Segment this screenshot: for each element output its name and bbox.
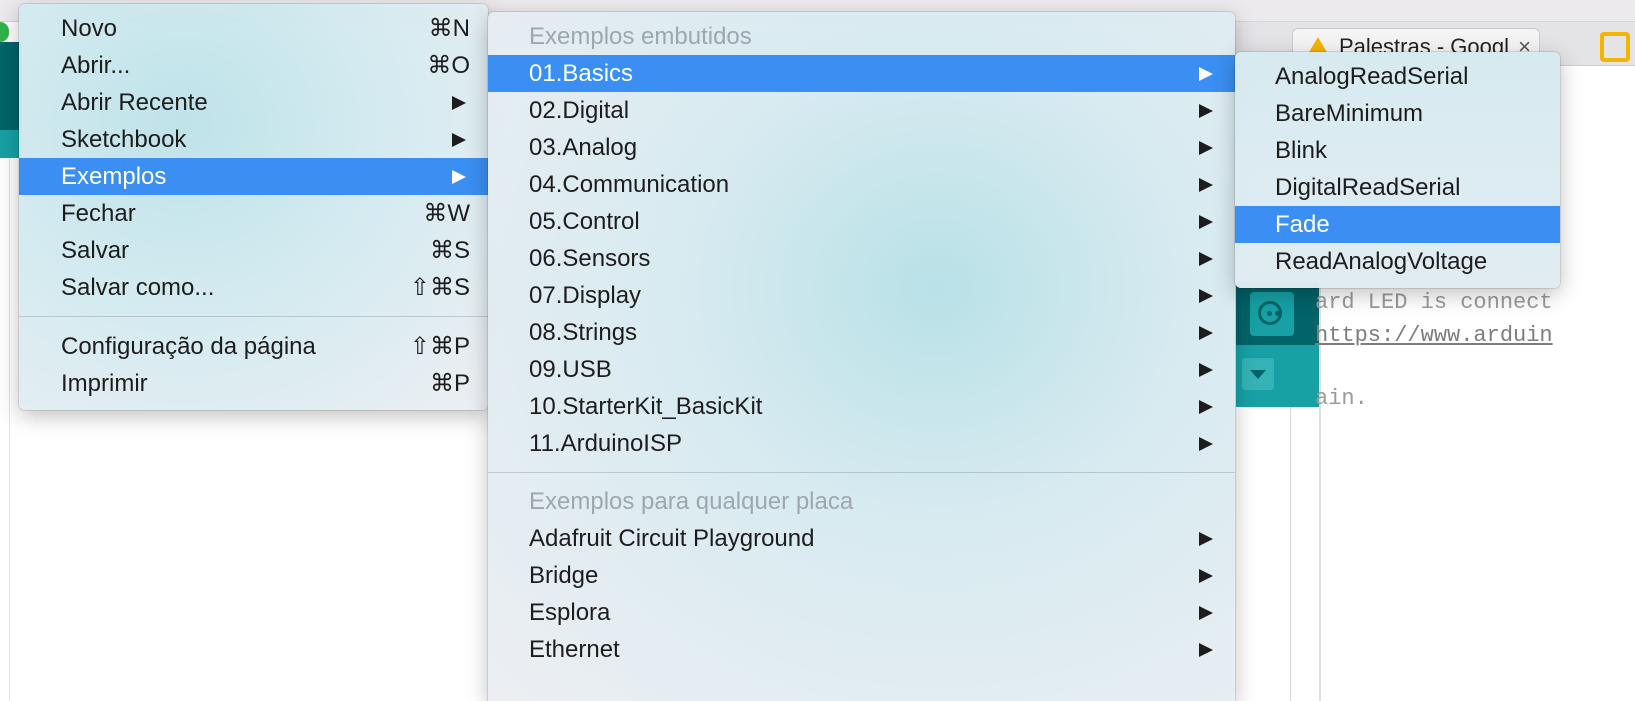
menu-item-label: Abrir...: [61, 52, 131, 79]
menu-item-ethernet[interactable]: Ethernet: [488, 631, 1235, 668]
menu-item-shortcut: ⌘N: [428, 15, 470, 42]
menu-item-fechar[interactable]: Fechar ⌘W: [19, 195, 488, 232]
tab-dropdown-icon[interactable]: [1242, 358, 1274, 390]
submenu-arrow-icon: [452, 170, 466, 184]
code-line: ain.: [1315, 386, 1368, 411]
menu-item-sensors[interactable]: 06.Sensors: [488, 240, 1235, 277]
menu-item-adafruit-circuit-playground[interactable]: Adafruit Circuit Playground: [488, 520, 1235, 557]
browser-tab-slides-icon[interactable]: [1600, 32, 1630, 62]
submenu-arrow-icon: [1199, 252, 1213, 266]
examples-submenu: Exemplos embutidos 01.Basics 02.Digital …: [488, 12, 1235, 701]
file-menu: Novo ⌘N Abrir... ⌘O Abrir Recente Sketch…: [19, 4, 488, 410]
menu-item-abrir-recente[interactable]: Abrir Recente: [19, 84, 488, 121]
menu-item-novo[interactable]: Novo ⌘N: [19, 10, 488, 47]
window-maximize-dot[interactable]: [0, 22, 9, 42]
menu-item-bridge[interactable]: Bridge: [488, 557, 1235, 594]
submenu-arrow-icon: [1199, 569, 1213, 583]
menu-item-label: Bridge: [529, 562, 599, 589]
serial-monitor-button[interactable]: [1250, 292, 1294, 336]
menu-item-salvar[interactable]: Salvar ⌘S: [19, 232, 488, 269]
submenu-arrow-icon: [452, 133, 466, 147]
menu-item-shortcut: ⇧⌘S: [409, 274, 470, 301]
serial-monitor-icon: [1258, 301, 1282, 325]
menu-item-shortcut: ⌘S: [429, 237, 470, 264]
menu-item-analogreadserial[interactable]: AnalogReadSerial: [1235, 58, 1560, 95]
basics-submenu: AnalogReadSerial BareMinimum Blink Digit…: [1235, 52, 1560, 288]
menu-item-label: 08.Strings: [529, 319, 638, 346]
menu-item-digitalreadserial[interactable]: DigitalReadSerial: [1235, 169, 1560, 206]
menu-item-label: 11.ArduinoISP: [529, 430, 682, 457]
menu-item-label: 02.Digital: [529, 97, 630, 124]
menu-item-label: Imprimir: [61, 370, 148, 397]
editor-gutter-line: [9, 158, 10, 701]
menu-item-label: Esplora: [529, 599, 611, 626]
submenu-arrow-icon: [452, 96, 466, 110]
code-line: ard LED is connect: [1315, 290, 1553, 315]
menu-item-blink[interactable]: Blink: [1235, 132, 1560, 169]
submenu-arrow-icon: [1199, 437, 1213, 451]
menu-item-label: Salvar como...: [61, 274, 215, 301]
menu-item-label: 01.Basics: [529, 60, 634, 87]
section-header-any-board: Exemplos para qualquer placa: [529, 488, 854, 515]
menu-item-shortcut: ⌘P: [429, 370, 470, 397]
submenu-arrow-icon: [1199, 104, 1213, 118]
menu-item-esplora[interactable]: Esplora: [488, 594, 1235, 631]
menu-item-label: Sketchbook: [61, 126, 187, 153]
menu-item-label: 07.Display: [529, 282, 642, 309]
menu-item-label: Abrir Recente: [61, 89, 208, 116]
menu-item-control[interactable]: 05.Control: [488, 203, 1235, 240]
menu-item-label: 04.Communication: [529, 171, 730, 198]
menu-item-label: Exemplos: [61, 163, 167, 190]
menu-separator: [488, 472, 1235, 473]
menu-item-fade[interactable]: Fade: [1235, 206, 1560, 243]
submenu-arrow-icon: [1199, 67, 1213, 81]
menu-item-configuracao-pagina[interactable]: Configuração da página ⇧⌘P: [19, 328, 488, 365]
menu-item-display[interactable]: 07.Display: [488, 277, 1235, 314]
menu-item-shortcut: ⌘W: [423, 200, 470, 227]
section-header-builtin: Exemplos embutidos: [529, 23, 752, 50]
menu-item-analog[interactable]: 03.Analog: [488, 129, 1235, 166]
menu-item-label: 05.Control: [529, 208, 640, 235]
code-line-link[interactable]: https://www.arduin: [1315, 323, 1553, 348]
menu-item-label: Ethernet: [529, 636, 620, 663]
menu-separator: [19, 316, 488, 317]
menu-item-starterkit[interactable]: 10.StarterKit_BasicKit: [488, 388, 1235, 425]
menu-item-exemplos[interactable]: Exemplos: [19, 158, 488, 195]
menu-item-communication[interactable]: 04.Communication: [488, 166, 1235, 203]
submenu-arrow-icon: [1199, 643, 1213, 657]
menu-item-label: Adafruit Circuit Playground: [529, 525, 815, 552]
menu-item-label: 09.USB: [529, 356, 612, 383]
menu-item-digital[interactable]: 02.Digital: [488, 92, 1235, 129]
submenu-arrow-icon: [1199, 289, 1213, 303]
menu-item-usb[interactable]: 09.USB: [488, 351, 1235, 388]
submenu-arrow-icon: [1199, 532, 1213, 546]
submenu-arrow-icon: [1199, 326, 1213, 340]
menu-item-imprimir[interactable]: Imprimir ⌘P: [19, 365, 488, 402]
menu-item-strings[interactable]: 08.Strings: [488, 314, 1235, 351]
menu-item-label: 03.Analog: [529, 134, 638, 161]
editor-border: [1290, 407, 1291, 701]
submenu-arrow-icon: [1199, 141, 1213, 155]
menu-item-basics[interactable]: 01.Basics: [488, 55, 1235, 92]
menu-item-label: Salvar: [61, 237, 130, 264]
menu-item-shortcut: ⌘O: [427, 52, 470, 79]
menu-item-readanalogvoltage[interactable]: ReadAnalogVoltage: [1235, 243, 1560, 280]
submenu-arrow-icon: [1199, 400, 1213, 414]
submenu-arrow-icon: [1199, 363, 1213, 377]
menu-item-label: Fechar: [61, 200, 136, 227]
menu-item-salvar-como[interactable]: Salvar como... ⇧⌘S: [19, 269, 488, 306]
menu-item-abrir[interactable]: Abrir... ⌘O: [19, 47, 488, 84]
menu-item-shortcut: ⇧⌘P: [409, 333, 470, 360]
submenu-arrow-icon: [1199, 606, 1213, 620]
menu-item-bareminimum[interactable]: BareMinimum: [1235, 95, 1560, 132]
menu-item-sketchbook[interactable]: Sketchbook: [19, 121, 488, 158]
menu-item-label: 10.StarterKit_BasicKit: [529, 393, 763, 420]
submenu-arrow-icon: [1199, 215, 1213, 229]
menu-item-arduinoisp[interactable]: 11.ArduinoISP: [488, 425, 1235, 462]
menu-item-label: Novo: [61, 15, 118, 42]
submenu-arrow-icon: [1199, 178, 1213, 192]
menu-item-label: 06.Sensors: [529, 245, 651, 272]
menu-item-label: Configuração da página: [61, 333, 316, 360]
